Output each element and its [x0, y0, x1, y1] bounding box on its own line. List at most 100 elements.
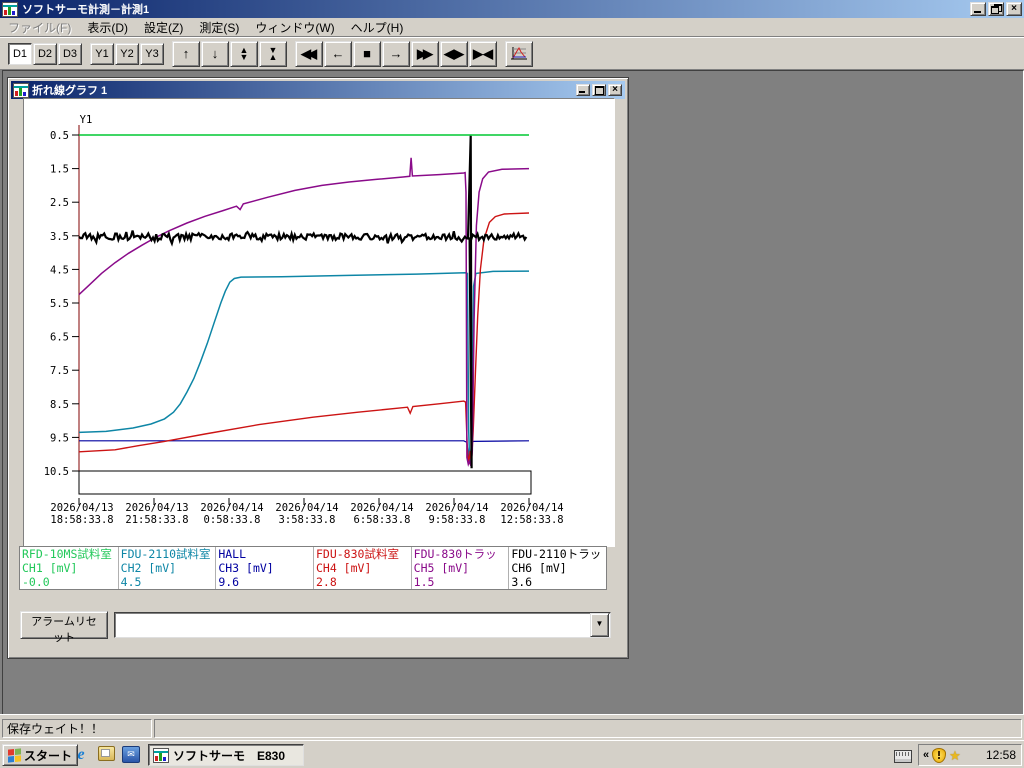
tray-clock: 12:58 — [986, 748, 1016, 762]
triangles-in-icon: ▶◀ — [473, 46, 493, 61]
triangle-up-icon: ▲ — [269, 54, 278, 61]
channel-name: HALL — [218, 547, 311, 561]
channel-legend: RFD-10MS試料室 CH1 [mV] -0.0 FDU-2110試料室 CH… — [19, 546, 607, 590]
status-message: 保存ウェイト！！ — [2, 719, 152, 738]
scroll-down-button[interactable]: ↓ — [201, 41, 229, 67]
graph-close-button[interactable]: × — [608, 84, 622, 96]
shrink-horizontal-button[interactable]: ▶◀ — [469, 41, 497, 67]
main-titlebar: ソフトサーモ計測－計測1 × — [0, 0, 1024, 18]
up-arrow-icon: ↑ — [183, 46, 190, 61]
channel-name: FDU-830トラッ — [414, 547, 507, 561]
svg-text:8.5: 8.5 — [50, 399, 69, 411]
channel-label: CH1 [mV] — [22, 561, 116, 575]
system-tray: « ★ 12:58 — [918, 744, 1022, 766]
channel-name: FDU-2110試料室 — [121, 547, 214, 561]
alarm-reset-button[interactable]: アラームリセット — [20, 611, 108, 639]
app-icon — [2, 2, 18, 17]
windows-logo-icon — [8, 748, 21, 762]
svg-text:9:58:33.8: 9:58:33.8 — [429, 514, 486, 526]
d3-button[interactable]: D3 — [58, 43, 82, 65]
show-desktop-icon[interactable] — [97, 746, 115, 764]
graph-settings-button[interactable] — [505, 41, 533, 67]
double-left-icon: ◀◀ — [301, 46, 313, 62]
mail-icon[interactable]: ✉ — [122, 746, 140, 764]
y2-button[interactable]: Y2 — [115, 43, 139, 65]
app-icon — [153, 748, 169, 763]
svg-text:6.5: 6.5 — [50, 332, 69, 344]
menu-measure[interactable]: 測定(S) — [191, 18, 247, 37]
step-right-button[interactable]: → — [382, 41, 410, 67]
stop-button[interactable]: ■ — [353, 41, 381, 67]
channel-label: CH4 [mV] — [316, 561, 409, 575]
channel-name: FDU-830試料室 — [316, 547, 409, 561]
channel-name: RFD-10MS試料室 — [22, 547, 116, 561]
y3-button[interactable]: Y3 — [140, 43, 164, 65]
expand-vertical-button[interactable]: ▲▼ — [230, 41, 258, 67]
expand-horizontal-button[interactable]: ◀▶ — [440, 41, 468, 67]
task-button-softthermo[interactable]: ソフトサーモ E830 — [148, 744, 304, 766]
svg-text:2026/04/14: 2026/04/14 — [425, 502, 488, 514]
toolbar: D1 D2 D3 Y1 Y2 Y3 ↑ ↓ ▲▼ ▼▲ ◀◀ ← ■ → ▶▶ … — [0, 37, 1024, 70]
d2-button[interactable]: D2 — [33, 43, 57, 65]
graph-maximize-button[interactable] — [592, 84, 606, 96]
graph-minimize-button[interactable] — [576, 84, 590, 96]
start-button[interactable]: スタート — [2, 744, 78, 766]
svg-text:2026/04/14: 2026/04/14 — [350, 502, 413, 514]
alarm-combobox[interactable]: ▼ — [114, 612, 611, 638]
svg-text:2026/04/14: 2026/04/14 — [200, 502, 263, 514]
shrink-vertical-button[interactable]: ▼▲ — [259, 41, 287, 67]
menu-window[interactable]: ウィンドウ(W) — [247, 18, 342, 37]
svg-text:4.5: 4.5 — [50, 264, 69, 276]
channel-value: 3.6 — [511, 575, 604, 589]
fast-rewind-button[interactable]: ◀◀ — [295, 41, 323, 67]
fast-forward-button[interactable]: ▶▶ — [411, 41, 439, 67]
minimize-button[interactable] — [970, 2, 986, 16]
svg-text:2.5: 2.5 — [50, 197, 69, 209]
graph-window: 折れ線グラフ 1 × 0.51.52.53.54.55.56.57.58.59.… — [7, 77, 629, 659]
security-shield-icon[interactable] — [932, 748, 946, 763]
svg-text:2026/04/13: 2026/04/13 — [125, 502, 188, 514]
status-bar: 保存ウェイト！！ — [0, 714, 1024, 741]
triangle-down-icon: ▼ — [240, 54, 249, 61]
svg-text:2026/04/14: 2026/04/14 — [500, 502, 563, 514]
keyboard-layout-icon[interactable] — [894, 750, 912, 763]
legend-cell-ch5: FDU-830トラッ CH5 [mV] 1.5 — [411, 547, 509, 589]
taskbar: スタート e ✉ ソフトサーモ E830 « ★ 12:58 — [0, 740, 1024, 768]
channel-value: 9.6 — [218, 575, 311, 589]
svg-text:0:58:33.8: 0:58:33.8 — [204, 514, 261, 526]
graph-window-icon — [13, 83, 29, 98]
legend-cell-ch6: FDU-2110トラッ CH6 [mV] 3.6 — [508, 547, 606, 589]
double-right-icon: ▶▶ — [417, 46, 429, 62]
svg-text:1.5: 1.5 — [50, 164, 69, 176]
menu-help[interactable]: ヘルプ(H) — [343, 18, 412, 37]
stop-icon: ■ — [363, 46, 371, 61]
channel-label: CH3 [mV] — [218, 561, 311, 575]
menu-file[interactable]: ファイル(F) — [0, 18, 79, 37]
menu-view[interactable]: 表示(D) — [79, 18, 136, 37]
menu-settings[interactable]: 設定(Z) — [136, 18, 191, 37]
chart-icon — [510, 46, 528, 62]
channel-value: 2.8 — [316, 575, 409, 589]
scroll-up-button[interactable]: ↑ — [172, 41, 200, 67]
menu-bar: ファイル(F) 表示(D) 設定(Z) 測定(S) ウィンドウ(W) ヘルプ(H… — [0, 18, 1024, 37]
svg-text:3.5: 3.5 — [50, 231, 69, 243]
tray-chevron-icon[interactable]: « — [923, 749, 929, 761]
channel-value: 1.5 — [414, 575, 507, 589]
right-arrow-icon: → — [390, 46, 403, 61]
svg-text:2026/04/14: 2026/04/14 — [275, 502, 338, 514]
chevron-down-icon[interactable]: ▼ — [590, 613, 609, 637]
channel-name: FDU-2110トラッ — [511, 547, 604, 561]
step-left-button[interactable]: ← — [324, 41, 352, 67]
restore-button[interactable] — [988, 2, 1004, 16]
channel-value: 4.5 — [121, 575, 214, 589]
legend-cell-ch3: HALL CH3 [mV] 9.6 — [215, 547, 313, 589]
svg-text:12:58:33.8: 12:58:33.8 — [500, 514, 563, 526]
desktop: ソフトサーモ計測－計測1 × ファイル(F) 表示(D) 設定(Z) 測定(S)… — [0, 0, 1024, 768]
close-button[interactable]: × — [1006, 2, 1022, 16]
star-icon[interactable]: ★ — [949, 749, 961, 762]
svg-text:9.5: 9.5 — [50, 432, 69, 444]
d1-button[interactable]: D1 — [8, 43, 32, 65]
internet-explorer-icon[interactable]: e — [72, 746, 90, 764]
y1-button[interactable]: Y1 — [90, 43, 114, 65]
channel-label: CH6 [mV] — [511, 561, 604, 575]
